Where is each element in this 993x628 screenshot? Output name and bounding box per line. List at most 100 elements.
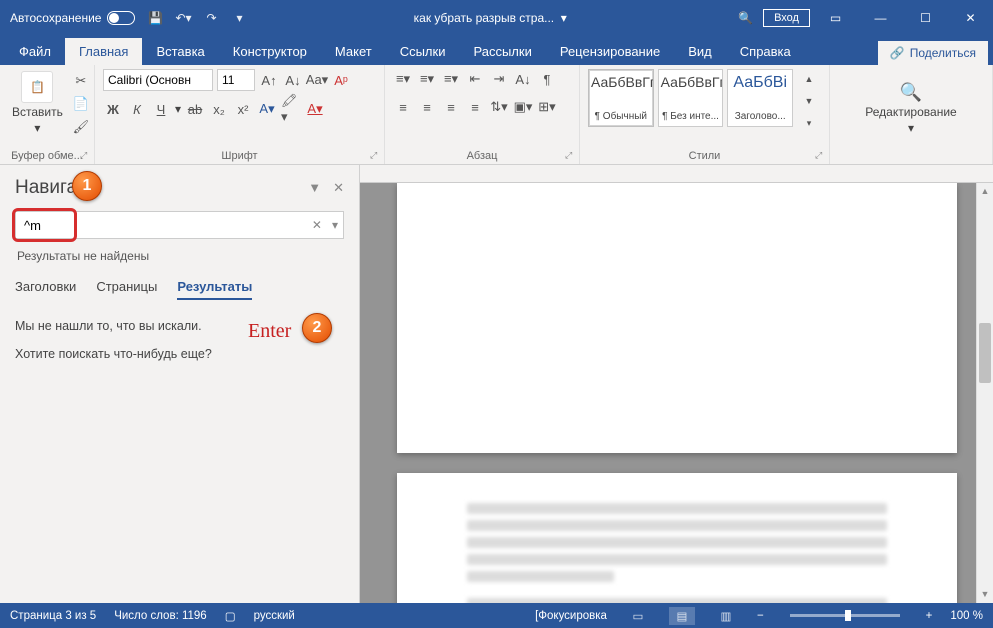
numbering-icon[interactable]: ≡▾ (417, 69, 437, 89)
tab-references[interactable]: Ссылки (386, 38, 460, 65)
minimize-button[interactable]: — (858, 0, 903, 35)
sort-icon[interactable]: A↓ (513, 69, 533, 89)
change-case-icon[interactable]: Aa▾ (307, 70, 327, 90)
language-indicator[interactable]: русский (254, 610, 295, 622)
line-spacing-icon[interactable]: ⇅▾ (489, 97, 509, 117)
cut-icon[interactable]: ✂ (71, 71, 91, 91)
shading-icon[interactable]: ▣▾ (513, 97, 533, 117)
strike-button[interactable]: ab (185, 99, 205, 119)
print-layout-icon[interactable]: ▤ (669, 607, 695, 625)
grow-font-icon[interactable]: A↑ (259, 70, 279, 90)
paragraph-group: ≡▾ ≡▾ ≡▾ ⇤ ⇥ A↓ ¶ ≡ ≡ ≡ ≡ ⇅▾ ▣▾ ⊞▾ Абзац… (385, 65, 580, 164)
indent-inc-icon[interactable]: ⇥ (489, 69, 509, 89)
indent-dec-icon[interactable]: ⇤ (465, 69, 485, 89)
align-right-icon[interactable]: ≡ (441, 97, 461, 117)
word-count[interactable]: Число слов: 1196 (114, 610, 206, 622)
zoom-level[interactable]: 100 % (950, 610, 983, 622)
qat-dropdown-icon[interactable]: ▾ (231, 10, 247, 26)
text-effects-icon[interactable]: A▾ (257, 99, 277, 119)
tab-file[interactable]: Файл (5, 38, 65, 65)
page-indicator[interactable]: Страница 3 из 5 (10, 610, 96, 622)
search-input[interactable] (15, 211, 344, 239)
align-left-icon[interactable]: ≡ (393, 97, 413, 117)
page[interactable] (397, 183, 957, 453)
tab-layout[interactable]: Макет (321, 38, 386, 65)
scroll-up-icon[interactable]: ▲ (977, 183, 993, 200)
styles-more-icon[interactable]: ▾ (799, 113, 819, 133)
autosave-toggle[interactable]: Автосохранение (10, 11, 135, 25)
focus-mode[interactable]: [Фокусировка (535, 610, 607, 622)
styles-down-icon[interactable]: ▼ (799, 91, 819, 111)
document-scroll[interactable]: • Вариант 4: Разрывы до и после таблицы¶ (360, 183, 993, 603)
multilevel-icon[interactable]: ≡▾ (441, 69, 461, 89)
read-mode-icon[interactable]: ▭ (625, 607, 651, 625)
nav-dropdown-icon[interactable]: ▼ (308, 180, 321, 196)
vertical-scrollbar[interactable]: ▲ ▼ (976, 183, 993, 603)
proofing-icon[interactable]: ▢ (225, 609, 236, 623)
borders-icon[interactable]: ⊞▾ (537, 97, 557, 117)
bullets-icon[interactable]: ≡▾ (393, 69, 413, 89)
editing-button[interactable]: 🔍 Редактирование▾ (861, 80, 960, 137)
login-button[interactable]: Вход (768, 0, 813, 35)
dialog-launcher-icon[interactable]: ⤢ (815, 150, 827, 162)
italic-button[interactable]: К (127, 99, 147, 119)
undo-icon[interactable]: ↶▾ (175, 10, 191, 26)
subscript-button[interactable]: x₂ (209, 99, 229, 119)
toggle-icon[interactable] (107, 11, 135, 25)
font-name-select[interactable] (103, 69, 213, 91)
ruler[interactable] (360, 165, 993, 183)
style-heading1[interactable]: АаБбВі Заголово... (727, 69, 793, 127)
nav-close-icon[interactable]: ✕ (333, 180, 344, 196)
tab-help[interactable]: Справка (726, 38, 805, 65)
search-dropdown-icon[interactable]: ▾ (332, 218, 338, 232)
share-button[interactable]: 🔗 Поделиться (878, 41, 988, 65)
format-painter-icon[interactable]: 🖌 (71, 117, 91, 137)
zoom-out-button[interactable]: − (757, 610, 764, 622)
dialog-launcher-icon[interactable]: ⤢ (565, 150, 577, 162)
tab-view[interactable]: Вид (674, 38, 726, 65)
tab-review[interactable]: Рецензирование (546, 38, 674, 65)
styles-up-icon[interactable]: ▲ (799, 69, 819, 89)
bold-button[interactable]: Ж (103, 99, 123, 119)
pilcrow-icon[interactable]: ¶ (537, 69, 557, 89)
clipboard-group-label: Буфер обме... (8, 147, 86, 162)
nav-tab-pages[interactable]: Страницы (96, 275, 157, 300)
align-center-icon[interactable]: ≡ (417, 97, 437, 117)
window-controls: 🔍 Вход ▭ — ☐ ✕ (723, 0, 993, 35)
tab-mailings[interactable]: Рассылки (459, 38, 545, 65)
font-size-select[interactable] (217, 69, 255, 91)
tab-insert[interactable]: Вставка (142, 38, 218, 65)
redo-icon[interactable]: ↷ (203, 10, 219, 26)
save-icon[interactable]: 💾 (147, 10, 163, 26)
ribbon-display-icon[interactable]: ▭ (813, 0, 858, 35)
nav-tab-headings[interactable]: Заголовки (15, 275, 76, 300)
scroll-thumb[interactable] (979, 323, 991, 383)
tab-home[interactable]: Главная (65, 38, 142, 65)
search-icon[interactable]: 🔍 (723, 0, 768, 35)
dialog-launcher-icon[interactable]: ⤢ (370, 150, 382, 162)
zoom-slider[interactable] (790, 614, 900, 617)
dialog-launcher-icon[interactable]: ⤢ (80, 150, 92, 162)
clear-format-icon[interactable]: Aᵖ (331, 70, 351, 90)
nav-message-2: Хотите поискать что-нибудь еще? (15, 347, 344, 361)
paste-button[interactable]: 📋 Вставить▾ (8, 69, 67, 137)
tab-design[interactable]: Конструктор (219, 38, 321, 65)
highlight-icon[interactable]: 🖍▾ (281, 99, 301, 119)
scroll-down-icon[interactable]: ▼ (977, 586, 993, 603)
maximize-button[interactable]: ☐ (903, 0, 948, 35)
font-color-icon[interactable]: A▾ (305, 99, 325, 119)
close-button[interactable]: ✕ (948, 0, 993, 35)
paste-icon: 📋 (21, 71, 53, 103)
clear-search-icon[interactable]: ✕ (312, 218, 322, 232)
shrink-font-icon[interactable]: A↓ (283, 70, 303, 90)
nav-tab-results[interactable]: Результаты (177, 275, 252, 300)
copy-icon[interactable]: 📄 (71, 94, 91, 114)
style-normal[interactable]: АаБбВвГг, ¶ Обычный (588, 69, 654, 127)
style-no-spacing[interactable]: АаБбВвГг, ¶ Без инте... (658, 69, 724, 127)
superscript-button[interactable]: x² (233, 99, 253, 119)
web-layout-icon[interactable]: ▥ (713, 607, 739, 625)
justify-icon[interactable]: ≡ (465, 97, 485, 117)
zoom-in-button[interactable]: + (926, 610, 933, 622)
page[interactable]: • Вариант 4: Разрывы до и после таблицы¶ (397, 473, 957, 603)
underline-button[interactable]: Ч (151, 99, 171, 119)
